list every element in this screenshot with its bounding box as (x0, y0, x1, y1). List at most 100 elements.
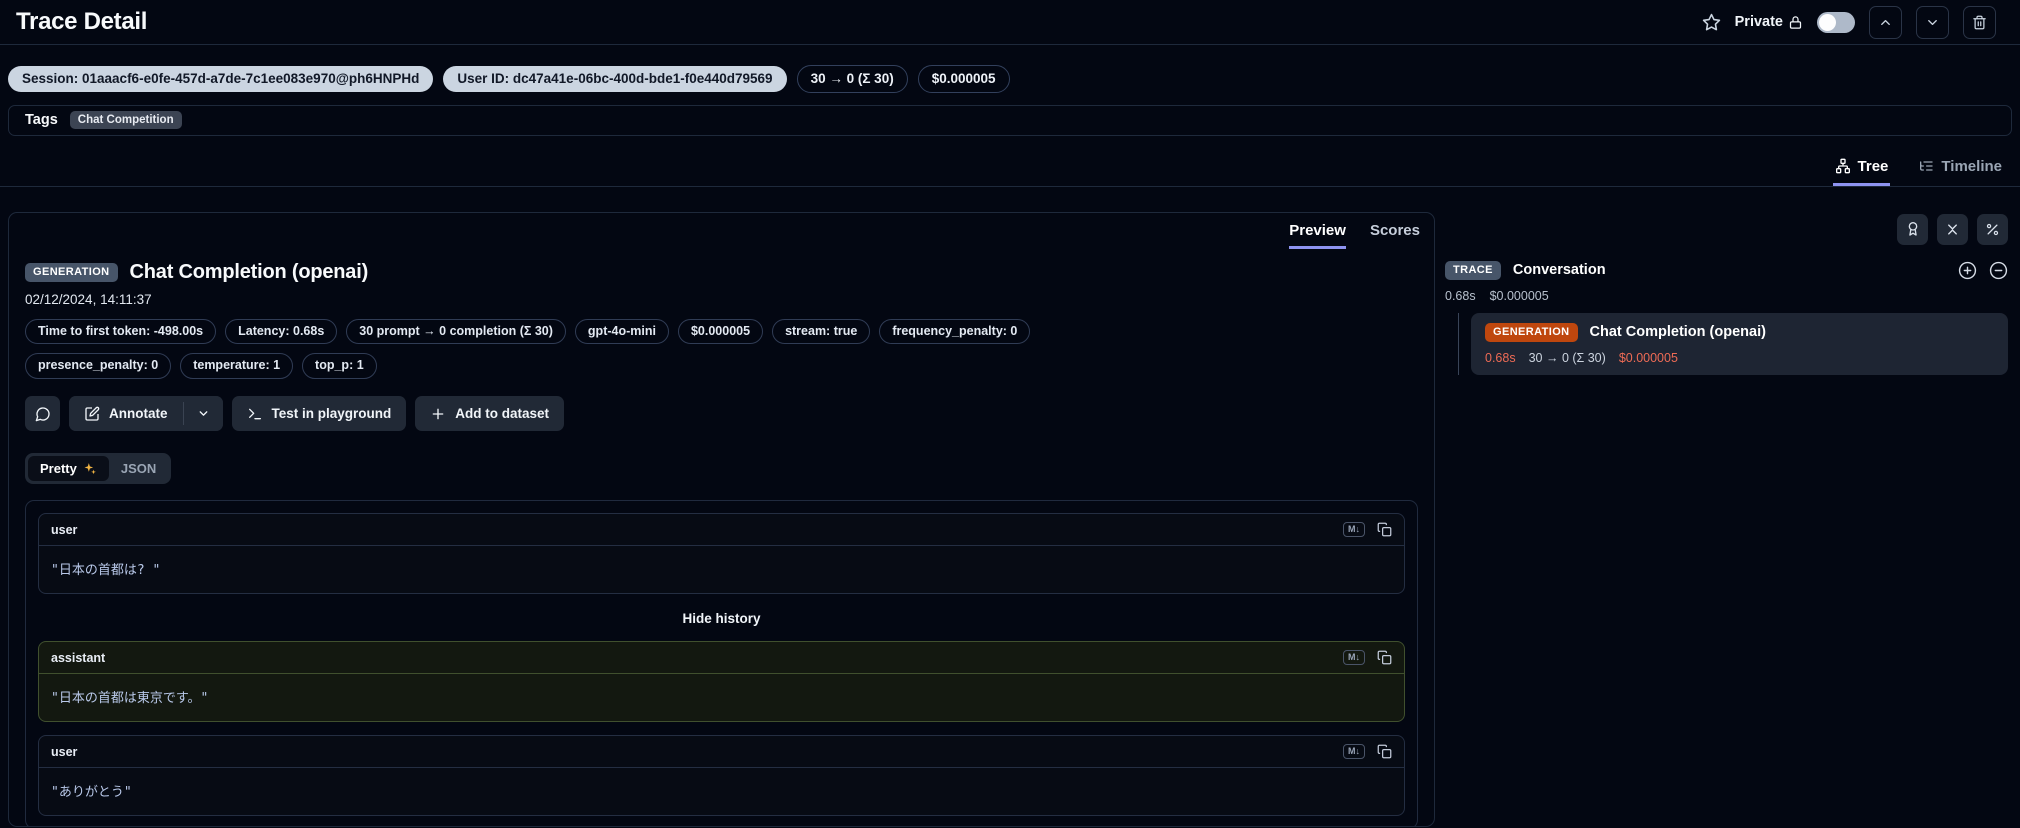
generation-cost: $0.000005 (1618, 350, 1678, 365)
metric-stream: stream: true (772, 318, 871, 345)
delete-trace-button[interactable] (1963, 5, 1996, 39)
cost-badge: $0.000005 (917, 65, 1010, 93)
generation-item-title: Chat Completion (openai) (1589, 324, 1766, 340)
trace-root-row[interactable]: TRACE Conversation (1443, 260, 2008, 280)
messages-container: user M↓ "日本の首都は? " Hide history assistan… (25, 500, 1418, 827)
previous-trace-button[interactable] (1869, 5, 1902, 39)
markdown-toggle-icon[interactable]: M↓ (1343, 744, 1365, 759)
chat-bubble-icon (35, 406, 51, 422)
panel-tab-bar: Preview Scores (9, 213, 1434, 249)
message-header: assistant M↓ (39, 642, 1404, 674)
pretty-label: Pretty (40, 461, 77, 476)
message-tools: M↓ (1343, 522, 1392, 537)
message-role: user (51, 744, 78, 759)
generation-type-badge: GENERATION (25, 262, 118, 282)
metric-frequency-penalty: frequency_penalty: 0 (879, 318, 1031, 345)
award-icon (1905, 221, 1921, 237)
message-role: user (51, 522, 78, 537)
tab-scores[interactable]: Scores (1370, 222, 1420, 249)
annotate-button[interactable]: Annotate (69, 396, 183, 431)
message-tools: M↓ (1343, 650, 1392, 665)
test-in-playground-button[interactable]: Test in playground (231, 396, 407, 431)
collapse-all-button[interactable] (1937, 213, 1968, 245)
metric-badge-list: Time to first token: -498.00s Latency: 0… (25, 318, 1085, 379)
list-tree-icon (1918, 158, 1934, 174)
trace-detail-page: Trace Detail Private Session: 01aaacf6-e… (0, 0, 2020, 828)
playground-label: Test in playground (271, 406, 392, 421)
metric-latency: Latency: 0.68s (225, 318, 338, 345)
toggle-knob (1819, 13, 1836, 31)
tab-tree[interactable]: Tree (1832, 152, 1891, 186)
meta-badge-row: Session: 01aaacf6-e0fe-457d-a7de-7c1ee08… (0, 45, 2020, 93)
edit-pen-icon (84, 406, 100, 422)
annotate-dropdown-button[interactable] (183, 396, 223, 431)
metric-model[interactable]: gpt-4o-mini (574, 318, 669, 345)
tab-tree-label: Tree (1857, 157, 1889, 175)
tag-chat-competition[interactable]: Chat Competition (69, 110, 182, 130)
tab-timeline-label: Timeline (1941, 157, 2002, 175)
comments-button[interactable] (25, 396, 60, 431)
scores-display-button[interactable] (1897, 213, 1928, 245)
trace-type-badge: TRACE (1445, 260, 1501, 280)
metric-temperature: temperature: 1 (180, 353, 294, 379)
metric-presence-penalty: presence_penalty: 0 (25, 353, 172, 379)
plus-icon (430, 406, 446, 422)
hide-history-toggle[interactable]: Hide history (38, 594, 1405, 641)
tab-preview[interactable]: Preview (1289, 222, 1346, 249)
format-toggle: Pretty JSON (25, 453, 172, 484)
metrics-percent-button[interactable] (1977, 213, 2008, 245)
terminal-icon (247, 406, 263, 422)
session-badge[interactable]: Session: 01aaacf6-e0fe-457d-a7de-7c1ee08… (8, 66, 434, 92)
trash-icon (1972, 15, 1987, 30)
collapse-node-button[interactable] (1989, 261, 2008, 280)
token-usage-badge: 30 → 0 (Σ 30) (796, 65, 908, 93)
add-to-dataset-button[interactable]: Add to dataset (415, 396, 565, 431)
sparkles-icon (83, 462, 97, 476)
generation-item-stats: 0.68s 30 → 0 (Σ 30) $0.000005 (1485, 351, 1994, 365)
tab-timeline[interactable]: Timeline (1916, 152, 2004, 186)
chevron-down-icon (1925, 15, 1940, 30)
copy-button[interactable] (1377, 522, 1392, 537)
bookmark-star-button[interactable] (1702, 13, 1721, 32)
trace-title: Conversation (1512, 262, 1606, 278)
tree-connector-line (1458, 312, 1459, 375)
annotate-split-button: Annotate (69, 396, 223, 431)
trace-cost: $0.000005 (1489, 288, 1549, 303)
collapse-icon (1945, 222, 1960, 237)
format-pretty-option[interactable]: Pretty (28, 456, 109, 481)
generation-item-title-row: GENERATION Chat Completion (openai) (1485, 322, 1994, 342)
privacy-label-group: Private (1735, 14, 1803, 30)
percent-icon (1985, 222, 2000, 237)
header-actions: Private (1702, 5, 1996, 39)
metric-time-to-first-token: Time to first token: -498.00s (25, 318, 217, 345)
chevron-up-icon (1878, 15, 1893, 30)
copy-icon (1377, 650, 1392, 665)
user-id-badge[interactable]: User ID: dc47a41e-06bc-400d-bde1-f0e440d… (443, 66, 787, 92)
copy-button[interactable] (1377, 650, 1392, 665)
copy-button[interactable] (1377, 744, 1392, 759)
markdown-toggle-icon[interactable]: M↓ (1343, 522, 1365, 537)
lock-icon (1788, 15, 1803, 30)
copy-icon (1377, 522, 1392, 537)
message-content: "ありがとう" (51, 785, 132, 800)
trace-tree-sidebar: TRACE Conversation 0.68s $0.000005 GENER… (1443, 187, 2012, 828)
star-icon (1702, 13, 1721, 32)
observation-title: Chat Completion (openai) (129, 260, 369, 283)
observation-details: GENERATION Chat Completion (openai) 02/1… (9, 249, 1434, 484)
markdown-toggle-icon[interactable]: M↓ (1343, 650, 1365, 665)
chevron-down-icon (197, 407, 210, 420)
plus-circle-icon (1958, 261, 1977, 280)
message-assistant: assistant M↓ "日本の首都は東京です。" (38, 641, 1405, 722)
format-json-option[interactable]: JSON (109, 456, 168, 481)
message-user-1: user M↓ "日本の首都は? " (38, 513, 1405, 594)
add-to-dataset-label: Add to dataset (455, 406, 550, 421)
generation-tree-item[interactable]: GENERATION Chat Completion (openai) 0.68… (1471, 312, 2008, 375)
expand-all-button[interactable] (1958, 261, 1977, 280)
tags-label: Tags (25, 112, 58, 128)
trace-latency: 0.68s (1445, 288, 1476, 303)
next-trace-button[interactable] (1916, 5, 1949, 39)
message-role: assistant (51, 650, 106, 665)
privacy-toggle[interactable] (1817, 11, 1855, 33)
observation-panel: Preview Scores GENERATION Chat Completio… (8, 211, 1435, 827)
view-tab-bar: Tree Timeline (0, 152, 2020, 187)
